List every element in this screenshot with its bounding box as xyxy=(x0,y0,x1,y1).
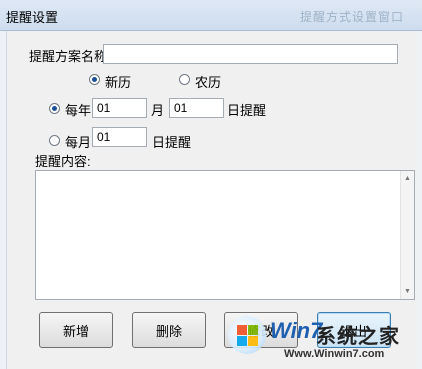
background-window-title: 提醒方式设置窗口 xyxy=(300,10,405,24)
lunar-calendar-radio[interactable] xyxy=(179,74,190,85)
month-unit-label: 月 xyxy=(151,103,165,118)
monthly-day-input[interactable] xyxy=(92,127,147,147)
content-label: 提醒内容: xyxy=(35,154,91,169)
yearly-day-input[interactable] xyxy=(169,98,224,118)
delete-button[interactable]: 删除 xyxy=(132,312,206,348)
scheme-name-label: 提醒方案名称: xyxy=(29,49,111,64)
scroll-up-icon[interactable]: ▲ xyxy=(404,175,411,182)
modify-button[interactable]: 修改 xyxy=(224,312,298,348)
monthly-day-unit-label: 日提醒 xyxy=(152,135,192,150)
content-scrollbar[interactable]: ▲ ▼ xyxy=(400,171,414,299)
exit-button[interactable]: 退出 xyxy=(317,312,391,348)
scheme-name-input[interactable] xyxy=(103,44,398,64)
add-button[interactable]: 新增 xyxy=(39,312,113,348)
yearly-radio[interactable] xyxy=(49,103,60,114)
dialog-client: 提醒方案名称: 新历 农历 每年 月 日提醒 每月 日提醒 提醒内容: ▲ ▼ … xyxy=(6,31,417,369)
solar-calendar-radio[interactable] xyxy=(89,74,100,85)
monthly-label: 每月 xyxy=(65,135,92,150)
yearly-label: 每年 xyxy=(65,103,92,118)
lunar-calendar-label: 农历 xyxy=(195,75,222,90)
content-textarea[interactable]: ▲ ▼ xyxy=(35,170,415,300)
window-title: 提醒设置 xyxy=(6,10,59,25)
scroll-down-icon[interactable]: ▼ xyxy=(404,288,411,295)
yearly-month-input[interactable] xyxy=(92,98,147,118)
yearly-day-unit-label: 日提醒 xyxy=(227,103,267,118)
title-bar: 提醒设置 提醒方式设置窗口 xyxy=(0,0,422,31)
monthly-radio[interactable] xyxy=(49,135,60,146)
solar-calendar-label: 新历 xyxy=(105,75,132,90)
